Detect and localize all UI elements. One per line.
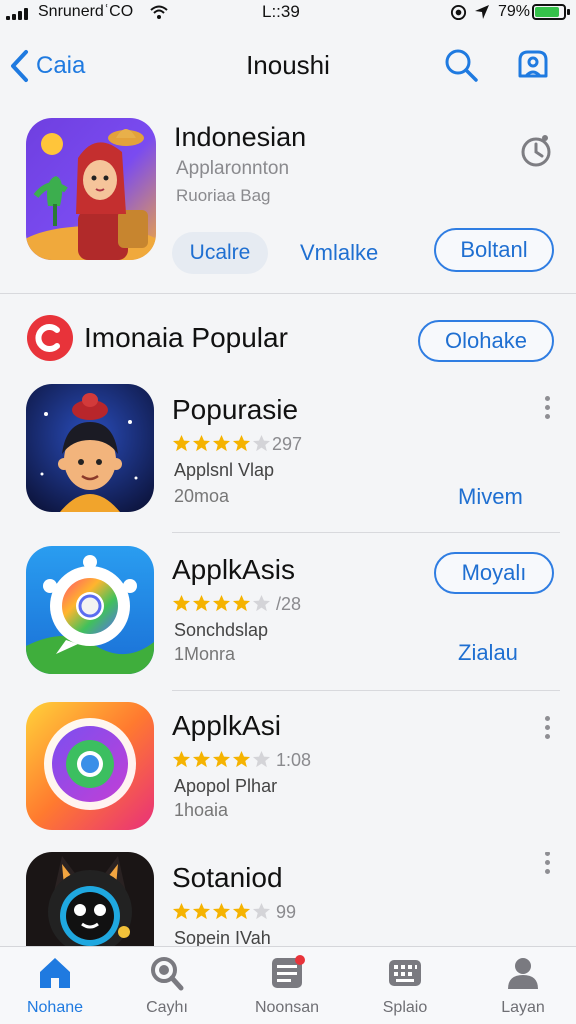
tab-keyboard[interactable]: Splaio xyxy=(350,955,460,1017)
rating-count: 297 xyxy=(272,434,303,454)
alarm-icon xyxy=(450,4,467,21)
star-icon xyxy=(232,902,251,919)
cellular-signal-icon xyxy=(6,8,30,20)
wifi-icon xyxy=(150,5,168,19)
app-action-link[interactable]: Zialau xyxy=(458,640,518,666)
featured-action-button[interactable]: Boltanl xyxy=(434,228,554,272)
star-icon xyxy=(192,902,211,919)
tab-news[interactable]: Noonsan xyxy=(232,955,342,1017)
tab-bar: Nohane Cayhı Noonsan Splaio Layan xyxy=(0,946,576,1024)
rating-count: 99 xyxy=(276,902,297,922)
star-icon xyxy=(232,594,251,611)
location-arrow-icon xyxy=(475,5,489,19)
more-options-icon[interactable] xyxy=(540,392,554,428)
star-icon xyxy=(232,434,251,451)
star-rating xyxy=(172,748,272,770)
list-item[interactable]: ApplkAsis /28 Sonchdslap 1Monra Moyalı Z… xyxy=(0,544,576,690)
divider xyxy=(172,532,560,533)
list-item[interactable]: ApplkAsi 1:08 Apopol Plhar 1hoaia xyxy=(0,700,576,846)
divider xyxy=(0,293,576,294)
star-rating xyxy=(172,592,272,614)
clock-icon[interactable] xyxy=(518,132,554,168)
page-title: Inoushi xyxy=(246,50,330,80)
star-icon xyxy=(212,434,231,451)
star-icon xyxy=(252,902,271,919)
star-icon xyxy=(192,750,211,767)
star-icon xyxy=(252,594,271,611)
featured-link[interactable]: Vmlalke xyxy=(300,240,378,266)
tab-label: Noonsan xyxy=(254,999,320,1016)
rating-count: 1:08 xyxy=(276,750,312,770)
featured-app-card[interactable]: Indonesian Applaronnton Ruoriaa Bag Ucal… xyxy=(0,104,576,292)
tab-label: Splaio xyxy=(382,999,428,1016)
list-item[interactable]: Popurasie 297 Applsnl Vlap 20moa Mivem xyxy=(0,382,576,532)
search-icon xyxy=(151,957,184,991)
star-icon xyxy=(212,594,231,611)
app-icon xyxy=(26,702,154,830)
star-icon xyxy=(172,434,191,451)
news-icon xyxy=(272,955,305,988)
featured-app-title: Indonesian xyxy=(174,122,307,152)
battery-icon xyxy=(532,4,570,20)
tab-label: Nohane xyxy=(26,999,84,1016)
get-button[interactable]: Moyalı xyxy=(434,552,554,594)
app-subtitle: Sopein IVah xyxy=(174,928,271,946)
star-icon xyxy=(172,594,191,611)
section-title: Imonaia Popular xyxy=(84,322,288,353)
app-size: 20moa xyxy=(174,486,230,506)
tab-profile[interactable]: Layan xyxy=(468,955,576,1017)
tab-label: Layan xyxy=(501,999,545,1016)
star-icon xyxy=(172,902,191,919)
tab-search[interactable]: Cayhı xyxy=(112,955,222,1017)
status-bar: SnrunerdʿCO L::39 79% xyxy=(0,0,576,26)
featured-chip[interactable]: Ucalre xyxy=(172,232,268,274)
star-rating xyxy=(172,900,272,922)
app-icon xyxy=(26,546,154,674)
app-action-link[interactable]: Mivem xyxy=(458,484,523,510)
app-name: ApplkAsis xyxy=(172,554,295,585)
tab-home[interactable]: Nohane xyxy=(0,955,110,1017)
featured-app-icon xyxy=(26,118,156,260)
battery-percent: 79% xyxy=(498,3,531,20)
star-icon xyxy=(212,902,231,919)
person-icon xyxy=(508,958,538,989)
navigation-bar: Caia Inoushi xyxy=(0,28,576,104)
rating-count: /28 xyxy=(276,594,302,614)
app-icon xyxy=(26,384,154,512)
app-name: ApplkAsi xyxy=(172,710,281,741)
app-name: Sotaniod xyxy=(172,862,283,893)
app-subtitle: Applsnl Vlap xyxy=(174,460,275,480)
list-item[interactable]: Sotaniod 99 Sopein IVah xyxy=(0,852,576,946)
app-size: 1hoaia xyxy=(174,800,229,820)
chat-icon[interactable] xyxy=(514,46,552,84)
star-icon xyxy=(232,750,251,767)
featured-app-subtitle: Applaronnton xyxy=(176,158,290,179)
app-subtitle: Sonchdslap xyxy=(174,620,269,640)
more-options-icon[interactable] xyxy=(540,712,554,748)
clock-time: L::39 xyxy=(262,2,300,21)
featured-app-category: Ruoriaa Bag xyxy=(176,186,271,205)
star-icon xyxy=(172,750,191,767)
popular-badge-icon xyxy=(27,315,73,361)
more-options-icon[interactable] xyxy=(540,852,554,888)
star-icon xyxy=(252,434,271,451)
divider xyxy=(172,690,560,691)
keyboard-icon xyxy=(389,960,421,986)
star-rating xyxy=(172,432,272,454)
carrier-name: SnrunerdʿCO xyxy=(38,3,134,20)
app-name: Popurasie xyxy=(172,394,299,425)
star-icon xyxy=(192,594,211,611)
app-size: 1Monra xyxy=(174,644,236,664)
star-icon xyxy=(192,434,211,451)
search-icon[interactable] xyxy=(442,46,480,84)
tab-label: Cayhı xyxy=(146,999,188,1016)
app-subtitle: Apopol Plhar xyxy=(174,776,278,796)
app-icon xyxy=(26,852,154,946)
star-icon xyxy=(252,750,271,767)
section-action-button[interactable]: Olohake xyxy=(418,320,554,362)
home-icon xyxy=(40,958,70,988)
star-icon xyxy=(212,750,231,767)
